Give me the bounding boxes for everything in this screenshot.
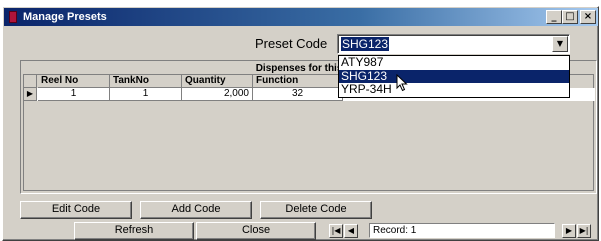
app-icon — [9, 11, 17, 23]
dropdown-option-selected[interactable]: SHG123 — [339, 69, 569, 83]
first-record-icon[interactable]: |◀ — [329, 224, 343, 238]
minimize-icon[interactable]: _ — [546, 10, 562, 24]
column-header-reel-no[interactable]: Reel No — [38, 75, 110, 88]
dropdown-option[interactable]: YRP-34H — [339, 83, 569, 97]
preset-code-label: Preset Code — [255, 36, 328, 51]
next-record-icon[interactable]: ▶ — [562, 224, 576, 238]
record-indicator: Record: 1 — [369, 223, 555, 238]
close-icon[interactable]: × — [580, 10, 596, 24]
add-code-button[interactable]: Add Code — [140, 201, 252, 219]
close-button[interactable]: Close — [196, 222, 316, 240]
cell-quantity[interactable]: 2,000 — [182, 88, 253, 101]
preset-code-combobox[interactable]: SHG123 ▼ — [337, 34, 570, 54]
edit-code-button[interactable]: Edit Code — [20, 201, 132, 219]
last-record-icon[interactable]: ▶| — [577, 224, 591, 238]
window-title: Manage Presets — [23, 11, 107, 23]
column-header-quantity[interactable]: Quantity — [182, 75, 253, 88]
preset-code-dropdown-list[interactable]: ATY987 SHG123 YRP-34H — [338, 55, 570, 98]
title-bar[interactable]: Manage Presets _ □ × — [4, 8, 598, 26]
dropdown-option[interactable]: ATY987 — [339, 56, 569, 70]
header-selector-cell — [24, 75, 37, 88]
column-header-tank-no[interactable]: TankNo — [110, 75, 182, 88]
current-row-arrow-icon[interactable]: ▶ — [24, 88, 37, 101]
dropdown-arrow-icon[interactable]: ▼ — [552, 36, 568, 52]
maximize-icon[interactable]: □ — [562, 10, 578, 24]
column-header-function[interactable]: Function — [253, 75, 343, 88]
mouse-pointer-icon — [396, 74, 408, 92]
cell-tank-no[interactable]: 1 — [110, 88, 182, 101]
preset-code-value[interactable]: SHG123 — [341, 37, 390, 51]
cell-reel-no[interactable]: 1 — [38, 88, 110, 101]
cell-function[interactable]: 32 — [253, 88, 343, 101]
delete-code-button[interactable]: Delete Code — [260, 201, 372, 219]
refresh-button[interactable]: Refresh — [74, 222, 194, 240]
previous-record-icon[interactable]: ◀ — [344, 224, 358, 238]
